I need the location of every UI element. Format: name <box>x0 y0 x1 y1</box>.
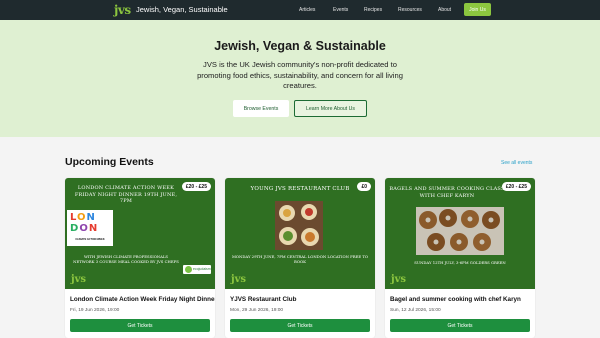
restaurant-food-photo-icon <box>275 201 323 250</box>
event-title[interactable]: YJVS Restaurant Club <box>230 296 370 303</box>
get-tickets-button[interactable]: Get Tickets <box>230 319 370 332</box>
site-logo[interactable]: jvs <box>114 3 131 17</box>
poster-jvs-logo: jvs <box>71 274 87 285</box>
event-card-bagel-cooking[interactable]: BAGELS AND SUMMER COOKING CLASS WITH CHE… <box>385 178 535 338</box>
ecojudaism-badge: ecojudaism <box>183 265 211 274</box>
nav-link-events[interactable]: Events <box>333 7 348 13</box>
poster-subtext: MONDAY 29TH JUNE, 7PM CENTRAL LONDON LOC… <box>232 254 368 264</box>
price-badge: £20 - £25 <box>501 182 531 191</box>
london-logo-subtitle: CLIMATE ACTION WEEK <box>75 238 105 241</box>
poster-heading: BAGELS AND SUMMER COOKING CLASS WITH CHE… <box>389 186 505 199</box>
event-date: Fri, 19 Jun 2026, 19:00 <box>70 308 120 313</box>
bagels-photo-icon <box>416 207 504 255</box>
poster-subtext: WITH JEWISH CLIMATE PROFESSIONALS NETWOR… <box>73 254 179 264</box>
event-date: Mon, 29 Jun 2026, 19:00 <box>230 308 284 313</box>
food-illustration-icon <box>117 212 179 246</box>
price-badge: £20 - £25 <box>181 182 211 191</box>
event-poster[interactable]: BAGELS AND SUMMER COOKING CLASS WITH CHE… <box>385 178 535 289</box>
poster-heading: LONDON CLIMATE ACTION WEEK FRIDAY NIGHT … <box>74 185 178 204</box>
upcoming-events-heading: Upcoming Events <box>65 156 154 168</box>
nav-link-resources[interactable]: Resources <box>398 7 422 13</box>
poster-jvs-logo: jvs <box>231 274 247 285</box>
hero-section: Jewish, Vegan & Sustainable JVS is the U… <box>0 20 600 137</box>
learn-more-button[interactable]: Learn More About Us <box>294 100 367 117</box>
poster-heading: YOUNG JVS RESTAURANT CLUB <box>250 186 350 192</box>
leaf-icon <box>185 266 192 273</box>
event-poster[interactable]: YOUNG JVS RESTAURANT CLUB MONDAY 29TH JU… <box>225 178 375 289</box>
site-brand-name[interactable]: Jewish, Vegan, Sustainable <box>136 5 228 14</box>
event-date: Sun, 12 Jul 2026, 15:00 <box>390 308 441 313</box>
event-title[interactable]: London Climate Action Week Friday Night … <box>70 296 215 303</box>
see-all-events-link[interactable]: See all events <box>501 160 532 166</box>
event-card-london-climate[interactable]: LONDON CLIMATE ACTION WEEK FRIDAY NIGHT … <box>65 178 215 338</box>
event-title[interactable]: Bagel and summer cooking with chef Karyn <box>390 296 530 303</box>
nav-link-about[interactable]: About <box>438 7 451 13</box>
browse-events-button[interactable]: Browse Events <box>233 100 289 117</box>
event-poster[interactable]: LONDON CLIMATE ACTION WEEK FRIDAY NIGHT … <box>65 178 215 289</box>
hero-title: Jewish, Vegan & Sustainable <box>214 39 386 53</box>
event-card-yjvs-restaurant[interactable]: YOUNG JVS RESTAURANT CLUB MONDAY 29TH JU… <box>225 178 375 338</box>
price-badge: £0 <box>357 182 371 191</box>
join-us-button[interactable]: Join Us <box>464 3 491 16</box>
top-navbar: jvs Jewish, Vegan, Sustainable Articles … <box>0 0 600 20</box>
poster-subtext: SUNDAY 12TH JULY, 3-6PM GOLDERS GREEN <box>414 260 506 265</box>
poster-jvs-logo: jvs <box>391 274 407 285</box>
get-tickets-button[interactable]: Get Tickets <box>390 319 530 332</box>
hero-description: JVS is the UK Jewish community's non-pro… <box>197 60 403 90</box>
get-tickets-button[interactable]: Get Tickets <box>70 319 210 332</box>
nav-link-articles[interactable]: Articles <box>299 7 315 13</box>
nav-link-recipes[interactable]: Recipes <box>364 7 382 13</box>
london-climate-action-week-logo: LON DON CLIMATE ACTION WEEK <box>67 210 113 246</box>
